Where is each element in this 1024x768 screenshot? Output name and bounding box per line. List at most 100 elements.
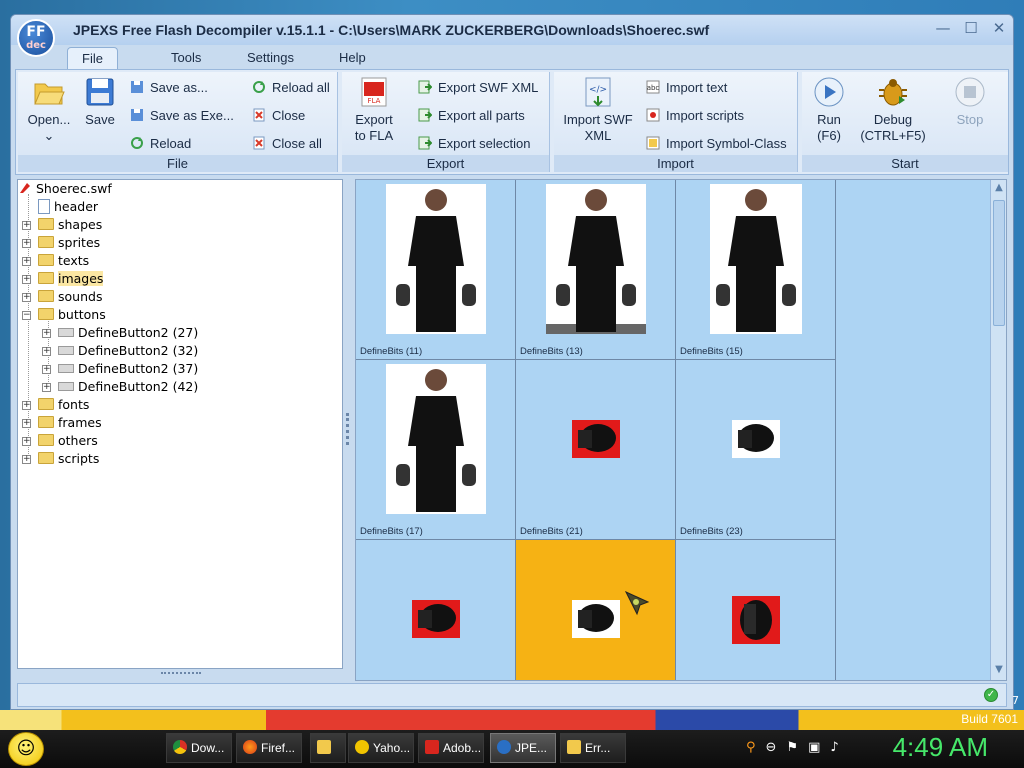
image-cell[interactable]: DefineBits (17)	[356, 360, 516, 540]
expand-icon[interactable]: +	[22, 257, 31, 266]
chevron-down-icon[interactable]: ⌄	[44, 128, 55, 143]
reload-all-button[interactable]: Reload all	[252, 78, 330, 98]
tree-node-button-32[interactable]: DefineButton2 (32)	[58, 342, 198, 360]
start-button[interactable]: ☺	[8, 732, 44, 766]
group-caption-import: Import	[554, 155, 797, 172]
run-button[interactable]: Run (F6)	[810, 76, 848, 144]
import-text-button[interactable]: abc Import text	[646, 78, 727, 98]
tree-node-frames[interactable]: frames	[38, 414, 102, 432]
search-icon[interactable]: ⚲	[746, 740, 756, 755]
taskbar-item-jpexs[interactable]: JPE...	[490, 733, 556, 763]
expand-icon[interactable]: +	[22, 437, 31, 446]
tree-node-button-37[interactable]: DefineButton2 (37)	[58, 360, 198, 378]
tree-node-button-27[interactable]: DefineButton2 (27)	[58, 324, 198, 342]
scroll-down-icon[interactable]: ▼	[993, 664, 1005, 678]
document-icon	[38, 199, 50, 214]
tree-node-sprites[interactable]: sprites	[38, 234, 100, 252]
tree-node-others[interactable]: others	[38, 432, 98, 450]
flag-icon[interactable]: ⚑	[786, 740, 798, 755]
network-icon[interactable]: ▣	[808, 740, 820, 755]
export-swf-xml-button[interactable]: Export SWF XML	[418, 78, 538, 98]
logo-text: FF	[26, 24, 46, 40]
image-cell[interactable]	[676, 540, 836, 680]
tree-node-buttons[interactable]: buttons	[38, 306, 106, 324]
tab-help[interactable]: Help	[325, 47, 380, 69]
tab-settings[interactable]: Settings	[233, 47, 308, 69]
import-swf-xml-button[interactable]: </> Import SWF XML	[558, 76, 638, 144]
open-button[interactable]: Open... ⌄	[24, 76, 74, 144]
scroll-up-icon[interactable]: ▲	[993, 182, 1005, 196]
tab-tools[interactable]: Tools	[157, 47, 215, 69]
image-cell[interactable]: DefineBits (15)	[676, 180, 836, 360]
image-grid: DefineBits (11) DefineBits (13) DefineBi…	[355, 179, 1007, 681]
image-cell-selected[interactable]	[516, 540, 676, 680]
export-selection-button[interactable]: Export selection	[418, 134, 531, 154]
splitter-handle[interactable]	[346, 413, 350, 445]
minus-circle-icon[interactable]: ⊖	[766, 740, 777, 755]
export-all-parts-button[interactable]: Export all parts	[418, 106, 525, 126]
image-thumbnail	[732, 420, 780, 458]
tree-node-fonts[interactable]: fonts	[38, 396, 89, 414]
tree-node-images[interactable]: images	[38, 270, 104, 288]
minimize-icon[interactable]: —	[935, 19, 951, 37]
reload-button[interactable]: Reload	[130, 134, 191, 154]
title-bar[interactable]: JPEXS Free Flash Decompiler v.15.1.1 - C…	[11, 15, 1013, 45]
tree-node-texts[interactable]: texts	[38, 252, 89, 270]
collapse-icon[interactable]: −	[22, 311, 31, 320]
group-caption-start: Start	[802, 155, 1008, 172]
save-button[interactable]: Save	[80, 76, 120, 128]
tree-node-shapes[interactable]: shapes	[38, 216, 102, 234]
expand-icon[interactable]: +	[42, 365, 51, 374]
expand-icon[interactable]: +	[22, 239, 31, 248]
ribbon-group-file: Open... ⌄ Save Save as... Save as Exe...…	[18, 72, 338, 172]
play-icon	[814, 77, 844, 107]
taskbar-item-firefox[interactable]: Firef...	[236, 733, 302, 763]
expand-icon[interactable]: +	[22, 455, 31, 464]
close-button[interactable]: Close	[252, 106, 305, 126]
tree-node-scripts[interactable]: scripts	[38, 450, 99, 468]
import-symbol-class-button[interactable]: Import Symbol-Class	[646, 134, 787, 154]
save-as-button[interactable]: Save as...	[130, 78, 208, 98]
tree-node-sounds[interactable]: sounds	[38, 288, 102, 306]
close-icon[interactable]: ✕	[991, 19, 1007, 37]
import-scripts-button[interactable]: Import scripts	[646, 106, 744, 126]
taskbar-item-yahoo[interactable]: Yaho...	[348, 733, 414, 763]
tree-node-header[interactable]: header	[38, 198, 98, 216]
export-all-icon	[418, 108, 432, 122]
reload-all-icon	[253, 81, 265, 93]
stop-button[interactable]: Stop	[952, 76, 988, 128]
maximize-icon[interactable]: ☐	[963, 19, 979, 37]
expand-icon[interactable]: +	[42, 329, 51, 338]
tree-node-root[interactable]: Shoerec.swf	[18, 180, 112, 198]
smiley-icon: ☺	[16, 738, 36, 759]
expand-icon[interactable]: +	[22, 419, 31, 428]
volume-icon[interactable]: ♪	[830, 740, 838, 755]
clock[interactable]: 4:49 AM	[893, 732, 988, 763]
export-fla-button[interactable]: FLA Export to FLA	[348, 76, 400, 144]
chrome-icon	[173, 740, 187, 754]
vertical-scrollbar[interactable]: ▲ ▼	[990, 180, 1006, 680]
image-cell[interactable]: DefineBits (13)	[516, 180, 676, 360]
taskbar-item-error[interactable]: Err...	[560, 733, 626, 763]
expand-icon[interactable]: +	[22, 221, 31, 230]
close-all-button[interactable]: Close all	[252, 134, 322, 154]
expand-icon[interactable]: +	[42, 347, 51, 356]
tab-file[interactable]: File	[67, 47, 118, 69]
panel-resize-handle[interactable]	[161, 672, 201, 676]
scroll-thumb[interactable]	[993, 200, 1005, 326]
tree-node-button-42[interactable]: DefineButton2 (42)	[58, 378, 198, 396]
taskbar-item-explorer[interactable]	[310, 733, 346, 763]
expand-icon[interactable]: +	[22, 275, 31, 284]
image-cell[interactable]	[356, 540, 516, 680]
expand-icon[interactable]: +	[22, 401, 31, 410]
image-cell[interactable]: DefineBits (11)	[356, 180, 516, 360]
image-cell[interactable]: DefineBits (23)	[676, 360, 836, 540]
expand-icon[interactable]: +	[22, 293, 31, 302]
save-as-exe-button[interactable]: Save as Exe...	[130, 106, 234, 126]
image-cell[interactable]: DefineBits (21)	[516, 360, 676, 540]
app-logo[interactable]: FF dec	[17, 19, 55, 57]
debug-button[interactable]: Debug (CTRL+F5)	[856, 76, 930, 144]
taskbar-item-adobe[interactable]: Adob...	[418, 733, 484, 763]
expand-icon[interactable]: +	[42, 383, 51, 392]
taskbar-item-chrome[interactable]: Dow...	[166, 733, 232, 763]
